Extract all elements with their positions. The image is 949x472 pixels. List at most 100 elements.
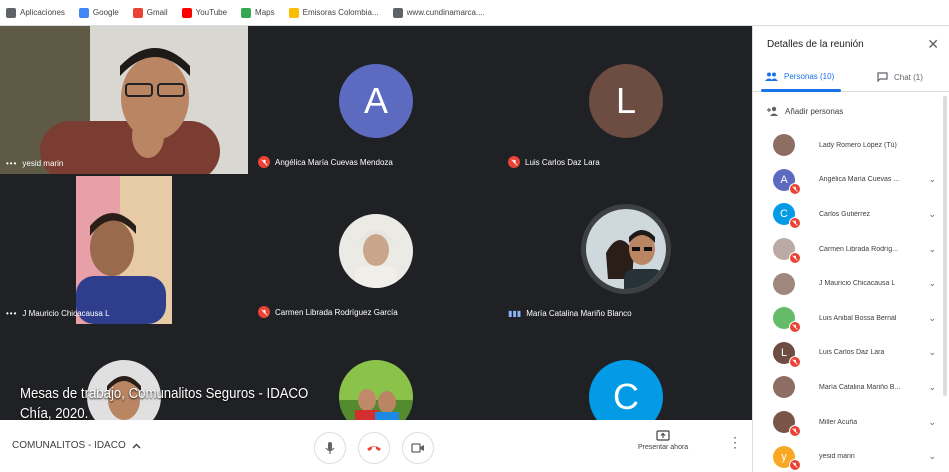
participant-tile[interactable]: A Angélica María Cuevas Mendoza [252, 26, 500, 174]
tab-chat[interactable]: Chat (1) [877, 72, 923, 82]
hang-up-icon [367, 446, 381, 451]
bookmarks-bar: Aplicaciones Google Gmail YouTube Maps Emisor… [0, 0, 949, 26]
bookmark-label: Emisoras Colombia... [302, 8, 379, 17]
bookmark-favicon-icon [288, 7, 299, 18]
bookmark-item[interactable]: Gmail [132, 7, 168, 18]
participant-avatar [581, 204, 671, 294]
chevron-down-icon[interactable]: ⌄ [928, 451, 936, 462]
chevron-down-icon[interactable]: ⌄ [928, 347, 936, 358]
participant-list: Lady Romero López (Tú) A Angélica María Cu… [753, 128, 949, 472]
participant-row[interactable]: Luis Anibal Bossa Bernal ⌄ [753, 301, 949, 336]
participant-name: María Catalina Mariño B... [819, 383, 901, 391]
present-screen-icon [656, 430, 670, 441]
participant-name: J Mauricio Chicacausa L [22, 309, 110, 318]
chevron-down-icon[interactable]: ⌄ [928, 313, 936, 324]
participant-name: Luis Carlos Daz Lara [819, 349, 885, 357]
participant-name: Lady Romero López (Tú) [819, 141, 897, 149]
bookmark-label: Gmail [146, 8, 168, 17]
panel-tabs: Personas (10) Chat (1) [753, 64, 949, 92]
bookmark-item[interactable]: Emisoras Colombia... [288, 7, 379, 18]
participant-name: Angélica María Cuevas Mendoza [275, 157, 393, 167]
tab-people[interactable]: Personas (10) [765, 72, 834, 81]
chevron-down-icon[interactable]: ⌄ [928, 382, 936, 393]
mic-off-icon [789, 182, 801, 195]
mic-off-icon [789, 424, 801, 437]
bookmark-item[interactable]: Google [78, 7, 119, 18]
bookmark-favicon-icon [181, 7, 192, 18]
participant-row[interactable]: María Catalina Mariño B... ⌄ [753, 370, 949, 405]
photo-caption: Mesas de trabajo, Comunalitos Seguros - … [20, 384, 308, 420]
close-icon[interactable]: ✕ [927, 36, 939, 53]
bookmark-item[interactable]: YouTube [181, 7, 227, 18]
participant-name: yesid marin [819, 453, 855, 461]
participant-tile[interactable]: ••• J Mauricio Chicacausa L [0, 176, 248, 324]
chevron-up-icon [132, 443, 141, 448]
chevron-down-icon[interactable]: ⌄ [928, 278, 936, 289]
caption-line-2: Chía, 2020. [20, 405, 89, 420]
bookmark-item[interactable]: Maps [241, 7, 275, 18]
participant-name: Carmen Librada Rodríguez García [275, 307, 398, 317]
camera-button[interactable] [402, 432, 434, 464]
bookmark-favicon-icon [241, 7, 252, 18]
bookmark-favicon-icon [6, 7, 16, 18]
participant-row[interactable]: Carmen Librada Rodríg... ⌄ [753, 232, 949, 267]
audio-level-icon: ••• [6, 159, 18, 168]
tab-people-label: Personas (10) [784, 72, 835, 81]
participant-row[interactable]: J Mauricio Chicacausa L ⌄ [753, 266, 949, 301]
participant-tile[interactable]: C [502, 326, 750, 420]
participant-tile[interactable]: L Luis Carlos Daz Lara [502, 26, 750, 174]
participant-name: María Catalina Mariño Blanco [526, 309, 632, 318]
meeting-controls-bar: COMUNALITOS - IDACO Presentar ahora ⋮ [0, 420, 752, 472]
camera-icon [411, 443, 424, 453]
microphone-button[interactable] [314, 432, 346, 464]
meeting-code: COMUNALITOS - IDACO [12, 440, 126, 451]
bookmark-favicon-icon [78, 7, 89, 18]
bookmark-label: Google [92, 8, 119, 17]
add-people-button[interactable]: Añadir personas [767, 106, 843, 116]
participant-row[interactable]: C Carlos Gutiérrez ⌄ [753, 197, 949, 232]
chevron-down-icon[interactable]: ⌄ [928, 209, 936, 220]
present-now-label: Presentar ahora [638, 444, 689, 451]
tile-label: Luis Carlos Daz Lara [508, 156, 600, 168]
participant-row[interactable]: Miller Acuña ⌄ [753, 405, 949, 440]
participant-tile[interactable]: Carmen Librada Rodríguez García [252, 176, 500, 324]
more-options-icon[interactable]: ⋮ [728, 435, 742, 449]
participant-name: Carlos Gutiérrez [819, 210, 870, 218]
panel-scrollbar[interactable] [943, 96, 947, 396]
participant-name: Angélica María Cuevas ... [819, 176, 900, 184]
mic-off-icon [258, 306, 270, 318]
bookmark-item[interactable]: Aplicaciones [6, 7, 65, 18]
participant-avatar: C [589, 360, 663, 420]
participant-name: Miller Acuña [819, 418, 858, 426]
participant-tile[interactable]: ▮▮▮ María Catalina Mariño Blanco [502, 176, 750, 324]
participant-avatar [339, 360, 413, 420]
participant-avatar [339, 214, 413, 288]
mic-off-icon [789, 251, 801, 264]
participant-row[interactable]: Lady Romero López (Tú) [753, 128, 949, 163]
tile-label: ••• J Mauricio Chicacausa L [6, 309, 110, 318]
participant-row[interactable]: A Angélica María Cuevas ... ⌄ [753, 163, 949, 198]
caption-line-1: Mesas de trabajo, Comunalitos Seguros - … [20, 385, 309, 402]
chevron-down-icon[interactable]: ⌄ [928, 244, 936, 255]
speaking-icon: ▮▮▮ [508, 309, 522, 318]
leave-call-button[interactable] [358, 432, 390, 464]
bookmark-favicon-icon [132, 7, 143, 18]
participant-avatar [773, 376, 795, 399]
participant-video [76, 176, 172, 324]
participant-row[interactable]: L Luis Carlos Daz Lara ⌄ [753, 336, 949, 371]
participant-tile[interactable]: ••• yesid marin [0, 26, 248, 174]
participant-avatar: L [589, 64, 663, 138]
bookmark-favicon-icon [392, 7, 403, 18]
participant-avatar [773, 272, 795, 295]
participant-avatar [773, 134, 795, 157]
bookmark-item[interactable]: www.cundinamarca.... [392, 7, 485, 18]
participant-row[interactable]: y yesid marin ⌄ [753, 439, 949, 472]
tile-label: ••• yesid marin [6, 159, 63, 168]
chevron-down-icon[interactable]: ⌄ [928, 174, 936, 185]
meeting-grid: ••• yesid marin A Angélica María Cuevas … [0, 26, 752, 420]
microphone-icon [325, 442, 335, 454]
meeting-details-toggle[interactable]: COMUNALITOS - IDACO [12, 440, 141, 451]
meet-window: Aplicaciones Google Gmail YouTube Maps Emisor… [0, 0, 949, 472]
present-now-button[interactable]: Presentar ahora [638, 430, 688, 451]
chevron-down-icon[interactable]: ⌄ [928, 417, 936, 428]
